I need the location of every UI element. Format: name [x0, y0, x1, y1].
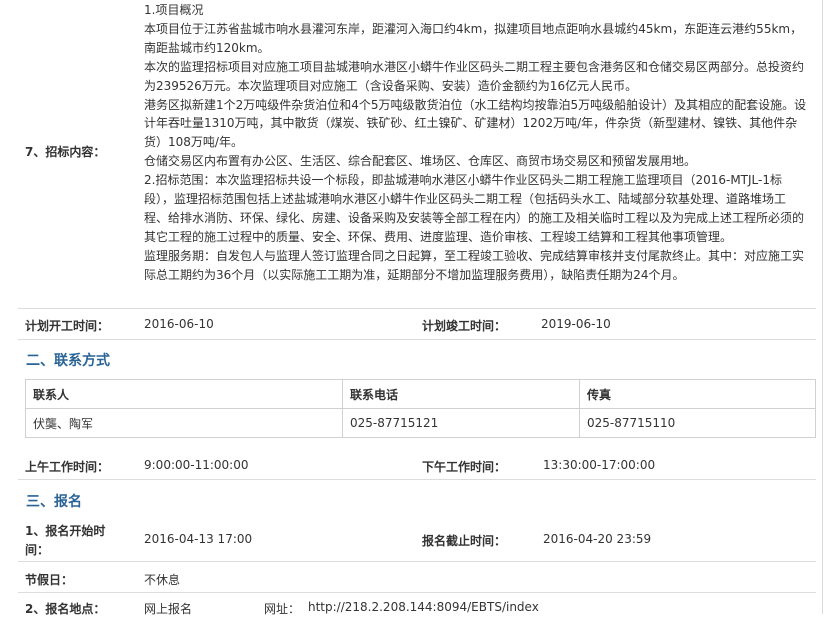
- storage-area-paragraph: 仓储交易区内布置有办公区、生活区、综合配套区、堆场区、仓库区、商贸市场交易区和预…: [144, 154, 697, 169]
- signup-location-value: 网上报名: [144, 602, 193, 616]
- signup-deadline-value: 2016-04-20 23:59: [543, 532, 652, 546]
- contact-person-value: 伏龑、陶军: [25, 408, 343, 438]
- contact-fax-value: 025-87715110: [579, 408, 816, 438]
- bid-content-row: 7、招标内容： 1.项目概况 本项目位于江苏省盐城市响水县灌河东岸，距灌河入海口…: [18, 0, 816, 309]
- contact-table-header: 联系人 联系电话 传真: [25, 379, 816, 409]
- location-paragraph: 本项目位于江苏省盐城市响水县灌河东岸，距灌河入海口约4km，拟建项目地点距响水县…: [144, 21, 803, 55]
- signup-location-label: 2、报名地点：: [25, 602, 106, 616]
- contact-phone-header: 联系电话: [342, 379, 580, 409]
- scope-paragraph: 2.招标范围：本次监理招标共设一个标段，即盐城港响水港区小蟒牛作业区码头二期工程…: [144, 173, 805, 244]
- planned-start-value: 2016-06-10: [144, 317, 214, 331]
- investment-paragraph: 本次的监理招标项目对应施工项目盐城港响水港区小蟒牛作业区码头二期工程主要包含港务…: [144, 59, 805, 93]
- overview-heading: 1.项目概况: [144, 3, 204, 17]
- signup-start-label-line2: 间：: [25, 543, 50, 557]
- signup-section-title: 三、报名: [26, 494, 82, 510]
- holiday-row: 节假日： 不休息: [18, 562, 816, 593]
- bid-content-text: 1.项目概况 本项目位于江苏省盐城市响水县灌河东岸，距灌河入海口约4km，拟建项…: [144, 1, 808, 285]
- pm-hours-label: 下午工作时间：: [422, 460, 507, 474]
- contact-table: 联系人 联系电话 传真 伏龑、陶军 025-87715121 025-87715…: [25, 379, 816, 438]
- signup-url-label: 网址：: [264, 602, 301, 616]
- pm-hours-value: 13:30:00-17:00:00: [543, 458, 656, 472]
- am-hours-value: 9:00:00-11:00:00: [144, 458, 249, 472]
- table-row: 伏龑、陶军 025-87715121 025-87715110: [25, 408, 816, 438]
- signup-start-value: 2016-04-13 17:00: [144, 532, 253, 546]
- port-area-paragraph: 港务区拟新建1个2万吨级件杂货泊位和4个5万吨级散货泊位（水工结构均按靠泊5万吨…: [144, 97, 807, 150]
- work-hours-row: 上午工作时间： 9:00:00-11:00:00 下午工作时间： 13:30:0…: [18, 449, 816, 480]
- service-period-paragraph: 监理服务期：自发包人与监理人签订监理合同之日起算，至工程竣工验收、完成结算审核并…: [144, 248, 805, 282]
- signup-time-row: 1、报名开始时 间： 2016-04-13 17:00 报名截止时间： 2016…: [18, 517, 816, 562]
- schedule-row: 计划开工时间： 2016-06-10 计划竣工时间： 2019-06-10: [18, 309, 816, 340]
- planned-end-value: 2019-06-10: [541, 317, 611, 331]
- signup-deadline-label: 报名截止时间：: [422, 534, 507, 548]
- holiday-value: 不休息: [144, 573, 181, 587]
- signup-location-row: 2、报名地点： 网上报名 网址： http://218.2.208.144:80…: [18, 593, 816, 616]
- bid-content-label: 7、招标内容：: [25, 145, 106, 159]
- contact-phone-value: 025-87715121: [342, 408, 580, 438]
- planned-start-label: 计划开工时间：: [25, 319, 110, 333]
- planned-end-label: 计划竣工时间：: [422, 319, 507, 333]
- frame-right-border: [822, 0, 823, 614]
- contact-fax-header: 传真: [579, 379, 816, 409]
- bid-detail-page: 7、招标内容： 1.项目概况 本项目位于江苏省盐城市响水县灌河东岸，距灌河入海口…: [0, 0, 835, 616]
- contact-person-header: 联系人: [25, 379, 343, 409]
- signup-url-link[interactable]: http://218.2.208.144:8094/EBTS/index: [308, 600, 539, 614]
- holiday-label: 节假日：: [25, 573, 74, 587]
- signup-start-label-line1: 1、报名开始时: [25, 524, 106, 538]
- contact-section-title: 二、联系方式: [26, 353, 110, 369]
- am-hours-label: 上午工作时间：: [25, 460, 110, 474]
